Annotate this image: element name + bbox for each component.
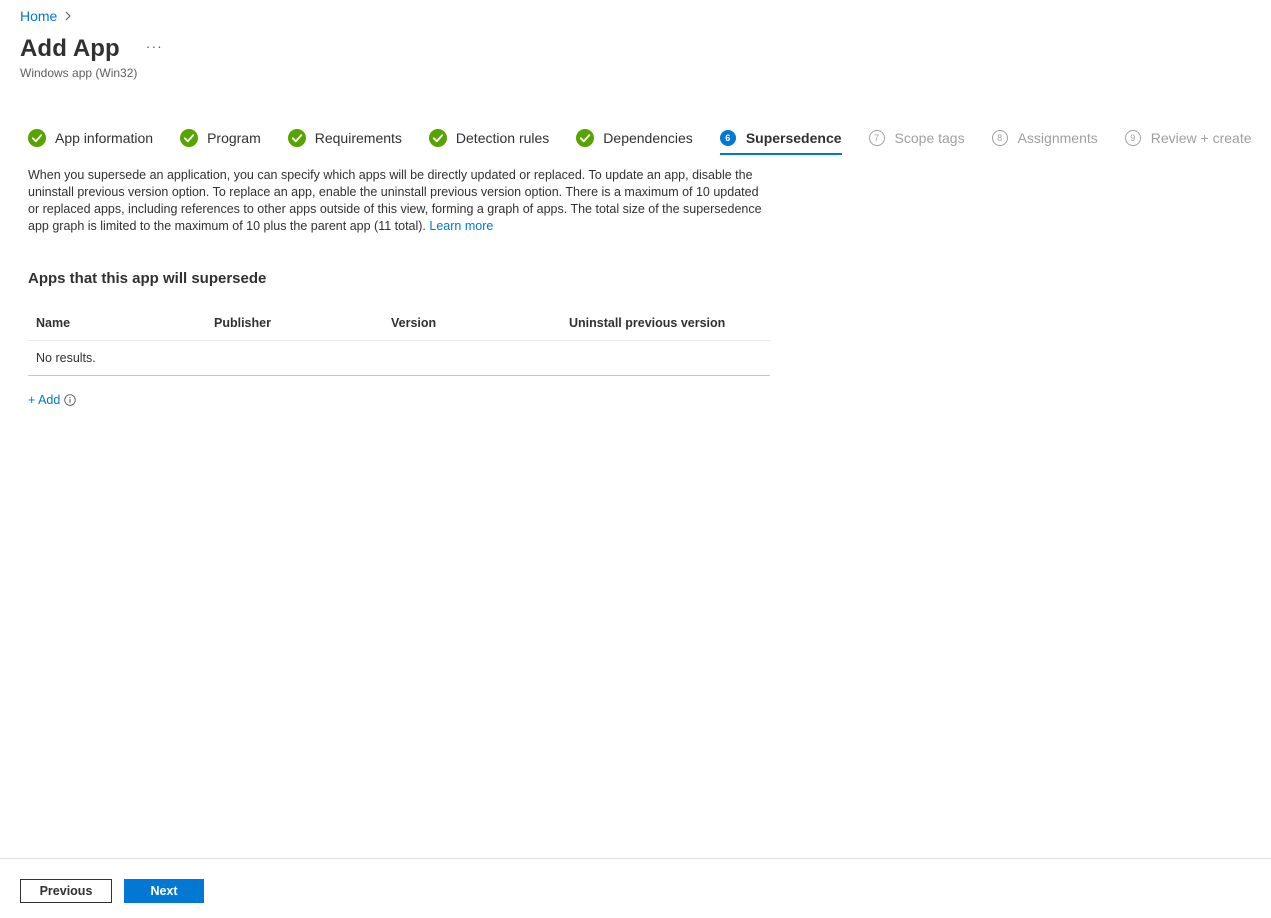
description-body: When you supersede an application, you c… — [28, 168, 762, 233]
step-label: Scope tags — [894, 130, 965, 146]
step-label: Program — [207, 130, 261, 146]
add-button[interactable]: + Add — [28, 392, 77, 408]
step-number-badge: 8 — [991, 130, 1008, 146]
check-circle-icon — [28, 129, 46, 147]
step-number-badge: 6 — [719, 130, 736, 146]
chevron-right-icon — [65, 11, 72, 21]
check-circle-icon — [428, 129, 447, 147]
step-assignments[interactable]: 8 Assignments — [991, 124, 1098, 152]
step-dependencies[interactable]: Dependencies — [576, 124, 693, 152]
supersede-apps-table: Name Publisher Version Uninstall previou… — [28, 306, 770, 376]
step-scope-tags[interactable]: 7 Scope tags — [868, 124, 965, 152]
next-button[interactable]: Next — [124, 879, 204, 903]
step-label: Assignments — [1017, 130, 1098, 146]
no-results-row: No results. — [28, 341, 770, 376]
title-row: Add App ··· — [20, 33, 163, 65]
step-label: Detection rules — [455, 130, 550, 146]
step-label: App information — [55, 130, 154, 146]
step-label: Review + create — [1150, 130, 1252, 146]
column-header-version: Version — [391, 316, 437, 330]
info-icon[interactable] — [64, 394, 77, 406]
table-header: Name Publisher Version Uninstall previou… — [28, 306, 770, 341]
breadcrumb: Home — [20, 7, 73, 25]
step-label: Supersedence — [745, 130, 842, 146]
wizard-steps: App information Program Requirements Det… — [28, 124, 1271, 156]
step-label: Dependencies — [603, 130, 693, 146]
description-text: When you supersede an application, you c… — [28, 167, 768, 235]
step-requirements[interactable]: Requirements — [287, 124, 402, 152]
page-subtitle: Windows app (Win32) — [20, 66, 138, 80]
page-title: Add App — [20, 35, 120, 62]
more-options-icon[interactable]: ··· — [146, 38, 163, 54]
breadcrumb-home-link[interactable]: Home — [20, 8, 57, 24]
check-circle-icon — [180, 129, 199, 147]
step-number-badge: 9 — [1124, 130, 1141, 146]
step-label: Requirements — [314, 130, 402, 146]
column-header-uninstall-previous-version: Uninstall previous version — [569, 316, 726, 330]
column-header-publisher: Publisher — [214, 316, 271, 330]
step-number-badge: 7 — [868, 130, 885, 146]
footer-bar: Previous Next — [0, 858, 1271, 918]
step-supersedence[interactable]: 6 Supersedence — [719, 124, 842, 155]
step-detection-rules[interactable]: Detection rules — [428, 124, 550, 152]
learn-more-link[interactable]: Learn more — [429, 219, 493, 233]
column-header-name: Name — [36, 316, 71, 330]
check-circle-icon — [576, 129, 595, 147]
check-circle-icon — [287, 129, 306, 147]
step-program[interactable]: Program — [180, 124, 261, 152]
section-title: Apps that this app will supersede — [28, 270, 267, 287]
previous-button[interactable]: Previous — [20, 879, 112, 903]
add-label: + Add — [28, 393, 61, 407]
step-app-information[interactable]: App information — [28, 124, 153, 152]
step-review-create[interactable]: 9 Review + create — [1124, 124, 1252, 152]
